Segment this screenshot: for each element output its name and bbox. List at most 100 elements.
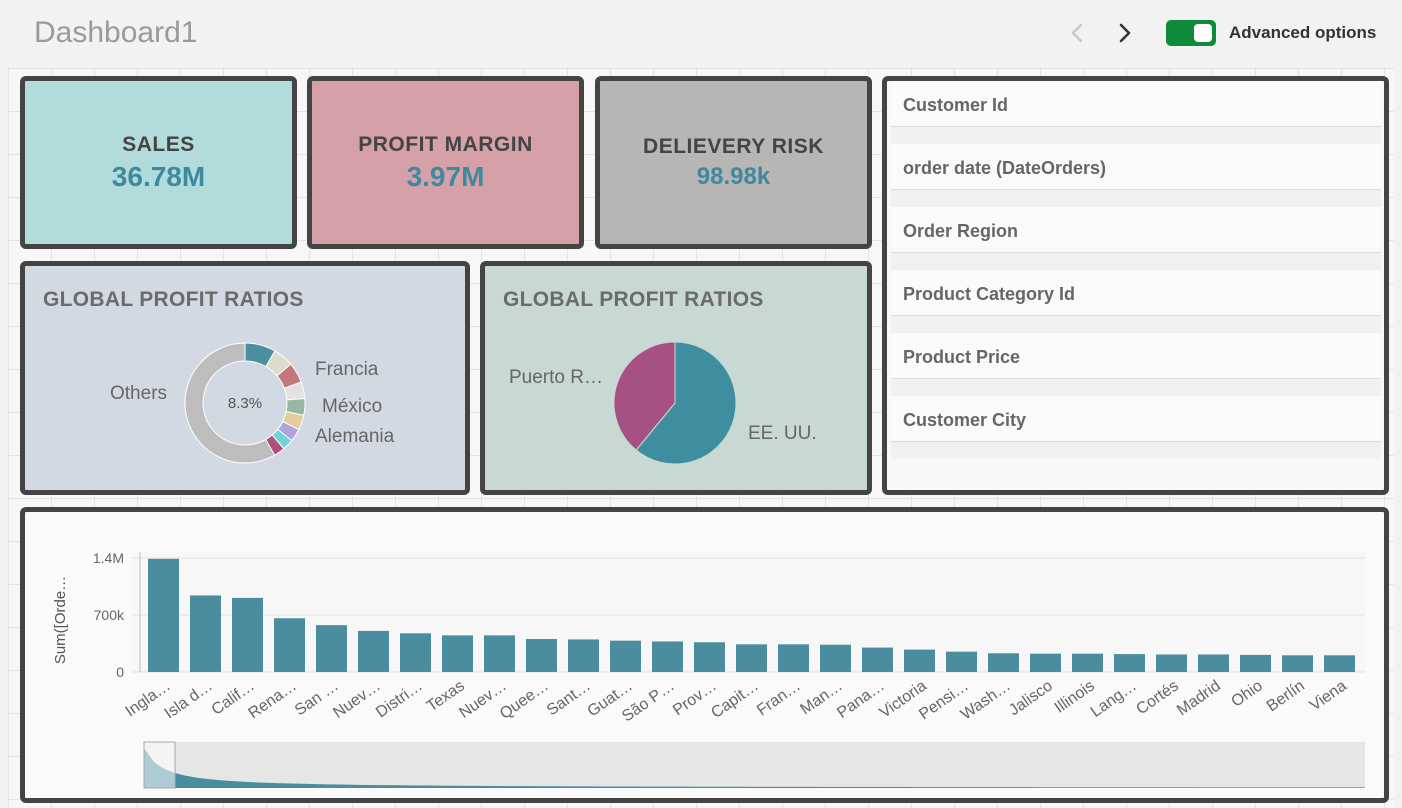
kpi-sales[interactable]: SALES 36.78M xyxy=(20,76,297,249)
filter-divider xyxy=(891,127,1381,144)
x-tick-label: Lang… xyxy=(1088,677,1140,721)
filter-label: Customer City xyxy=(891,396,1381,442)
advanced-options-label: Advanced options xyxy=(1229,23,1377,42)
x-tick-label: Jalisco xyxy=(1006,677,1056,719)
bar-sant[interactable] xyxy=(568,639,599,672)
filter-pane: Customer Id order date (DateOrders) Order … xyxy=(882,76,1389,495)
bar-texas[interactable] xyxy=(442,635,473,672)
next-sheet-icon[interactable] xyxy=(1112,21,1136,45)
sheet-title: Dashboard1 xyxy=(34,16,198,49)
donut-label-mexico: México xyxy=(322,396,382,417)
bar-pana[interactable] xyxy=(862,647,893,672)
y-axis-title: Sum([Orde… xyxy=(52,576,69,664)
bar-man[interactable] xyxy=(820,644,851,672)
bar-berlin[interactable] xyxy=(1282,655,1313,672)
pie-chart-title: GLOBAL PROFIT RATIOS xyxy=(503,288,764,311)
kpi-profit-margin[interactable]: PROFIT MARGIN 3.97M xyxy=(307,76,584,249)
previous-sheet-icon[interactable] xyxy=(1066,21,1090,45)
y-tick-label: 0 xyxy=(116,664,124,680)
bar-capit[interactable] xyxy=(736,644,767,672)
bar-cortes[interactable] xyxy=(1156,654,1187,672)
x-tick-label: Rena… xyxy=(246,677,300,722)
filter-label: Customer Id xyxy=(891,81,1381,127)
bar-nuev[interactable] xyxy=(484,635,515,672)
donut-chart-title: GLOBAL PROFIT RATIOS xyxy=(43,288,304,311)
x-tick-label: Isla d… xyxy=(162,677,216,722)
y-tick-label: 700k xyxy=(94,607,125,623)
bar-guat[interactable] xyxy=(610,640,641,672)
pie-label-ee-uu: EE. UU. xyxy=(748,423,817,444)
bar-ingla[interactable] xyxy=(148,558,179,672)
chart-scrollbar[interactable] xyxy=(144,742,1365,788)
filter-divider xyxy=(891,253,1381,270)
filter-divider xyxy=(891,316,1381,333)
filter-label: order date (DateOrders) xyxy=(891,144,1381,190)
x-tick-label: Distri… xyxy=(373,677,426,721)
x-tick-label: Capit… xyxy=(708,677,761,722)
bar-victoria[interactable] xyxy=(904,649,935,672)
x-tick-label: Berlín xyxy=(1264,677,1308,715)
pie-label-puerto-r: Puerto R… xyxy=(509,367,603,388)
scrollbar-handle[interactable] xyxy=(143,741,176,789)
bar-madrid[interactable] xyxy=(1198,654,1229,672)
donut-chart-card[interactable]: 8.3% Others Francia México Alemania GLOBAL P… xyxy=(20,261,470,495)
filter-divider xyxy=(891,190,1381,207)
bar-san[interactable] xyxy=(316,625,347,672)
x-tick-label: Quee… xyxy=(497,677,552,723)
x-tick-label: Viena xyxy=(1307,677,1350,714)
bar-pensi[interactable] xyxy=(946,651,977,672)
filter-customer-city[interactable]: Customer City xyxy=(891,396,1381,459)
x-tick-label: Cortés xyxy=(1133,677,1181,718)
bar-viena[interactable] xyxy=(1324,655,1355,672)
bar-illinois[interactable] xyxy=(1072,653,1103,672)
bar-jalisco[interactable] xyxy=(1030,653,1061,672)
x-tick-label: Madrid xyxy=(1174,677,1224,719)
donut-label-alemania: Alemania xyxy=(315,426,395,447)
x-tick-label: Nuev… xyxy=(330,677,383,722)
bar-isla-d[interactable] xyxy=(190,595,221,672)
filter-product-price[interactable]: Product Price xyxy=(891,333,1381,396)
top-bar: Dashboard1 Advanced options xyxy=(0,0,1402,66)
bar-ohio[interactable] xyxy=(1240,654,1271,672)
bar-fran[interactable] xyxy=(778,644,809,672)
kpi-delivery-risk[interactable]: DELIEVERY RISK 98.98k xyxy=(595,76,872,249)
kpi-profit-title: PROFIT MARGIN xyxy=(358,132,533,156)
kpi-profit-value: 3.97M xyxy=(406,160,485,192)
y-tick-label: 1.4M xyxy=(93,550,124,566)
donut-center-label: 8.3% xyxy=(228,395,262,412)
bar-calif[interactable] xyxy=(232,597,263,672)
toggle-knob xyxy=(1194,24,1212,42)
pie-chart-card[interactable]: Puerto R… EE. UU. GLOBAL PROFIT RATIOS xyxy=(480,261,872,495)
bar-quee[interactable] xyxy=(526,639,557,672)
kpi-sales-title: SALES xyxy=(122,132,195,156)
kpi-risk-value: 98.98k xyxy=(696,162,771,190)
bar-lang[interactable] xyxy=(1114,654,1145,672)
kpi-risk-title: DELIEVERY RISK xyxy=(643,134,824,158)
kpi-sales-value: 36.78M xyxy=(111,160,206,192)
dashboard-app: Dashboard1 Advanced options SALES 36.78M… xyxy=(0,0,1402,808)
filter-divider xyxy=(891,442,1381,459)
x-tick-label: Sant… xyxy=(544,677,594,719)
donut-label-others: Others xyxy=(110,383,167,404)
bar-chart-card[interactable]: 0 700k 1.4M Sum([Orde… Ingla… Isla d… Calif… Re… xyxy=(20,507,1389,803)
filter-label: Product Price xyxy=(891,333,1381,379)
filter-customer-id[interactable]: Customer Id xyxy=(891,81,1381,144)
advanced-options-toggle[interactable] xyxy=(1166,20,1216,46)
bar-rena[interactable] xyxy=(274,618,305,672)
filter-label: Order Region xyxy=(891,207,1381,253)
bar-sao-p[interactable] xyxy=(652,641,683,672)
bar-distri[interactable] xyxy=(400,633,431,672)
filter-order-region[interactable]: Order Region xyxy=(891,207,1381,270)
bar-nuev[interactable] xyxy=(358,630,389,672)
bar-wash[interactable] xyxy=(988,653,1019,672)
x-tick-label: Ohio xyxy=(1228,677,1266,710)
filter-divider xyxy=(891,379,1381,396)
filter-order-date-dateorders[interactable]: order date (DateOrders) xyxy=(891,144,1381,207)
donut-label-francia: Francia xyxy=(315,359,379,380)
x-tick-label: Fran… xyxy=(754,677,804,719)
bar-prov[interactable] xyxy=(694,642,725,672)
filter-list: Customer Id order date (DateOrders) Order … xyxy=(891,81,1381,459)
bar-chart[interactable]: 0700k1.4MSum([Orde…Ingla…Isla d…Calif…Re… xyxy=(25,512,1384,798)
x-tick-label: Pana… xyxy=(834,677,887,722)
filter-product-category-id[interactable]: Product Category Id xyxy=(891,270,1381,333)
